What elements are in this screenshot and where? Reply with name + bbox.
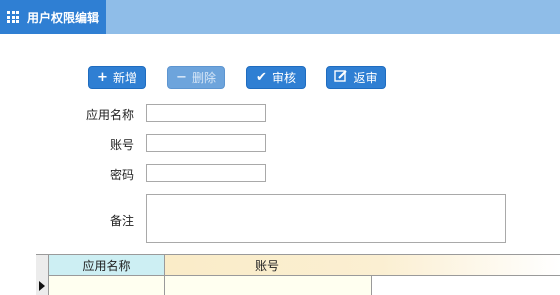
table-cell-app-name[interactable]	[49, 276, 165, 295]
edit-icon	[334, 69, 348, 87]
tab-title: 用户权限编辑	[27, 10, 100, 25]
account-label: 账号	[109, 138, 134, 152]
plus-icon: +	[97, 70, 108, 85]
account-input[interactable]	[146, 134, 266, 152]
password-label: 密码	[109, 168, 134, 182]
minus-icon: −	[176, 70, 187, 85]
data-grid: 应用名称 账号	[36, 254, 560, 295]
table-cell-account[interactable]	[165, 276, 372, 295]
app-name-label: 应用名称	[85, 108, 134, 122]
add-button[interactable]: + 新增	[88, 66, 146, 89]
app-name-input[interactable]	[146, 104, 266, 122]
column-header-account[interactable]: 账号	[165, 255, 560, 276]
delete-button[interactable]: − 删除	[167, 66, 225, 89]
remark-textarea[interactable]	[146, 194, 506, 243]
approve-button[interactable]: ✔ 审核	[246, 66, 306, 89]
column-header-app-name[interactable]: 应用名称	[49, 255, 165, 276]
check-icon: ✔	[256, 70, 267, 85]
password-input[interactable]	[146, 164, 266, 182]
grid-icon	[7, 11, 19, 23]
remark-label: 备注	[109, 214, 134, 228]
row-selector-arrow-icon	[39, 281, 45, 291]
row-header-column	[36, 255, 49, 295]
tab-user-permission-edit[interactable]: 用户权限编辑	[0, 0, 106, 34]
reject-button[interactable]: 返审	[326, 66, 386, 89]
